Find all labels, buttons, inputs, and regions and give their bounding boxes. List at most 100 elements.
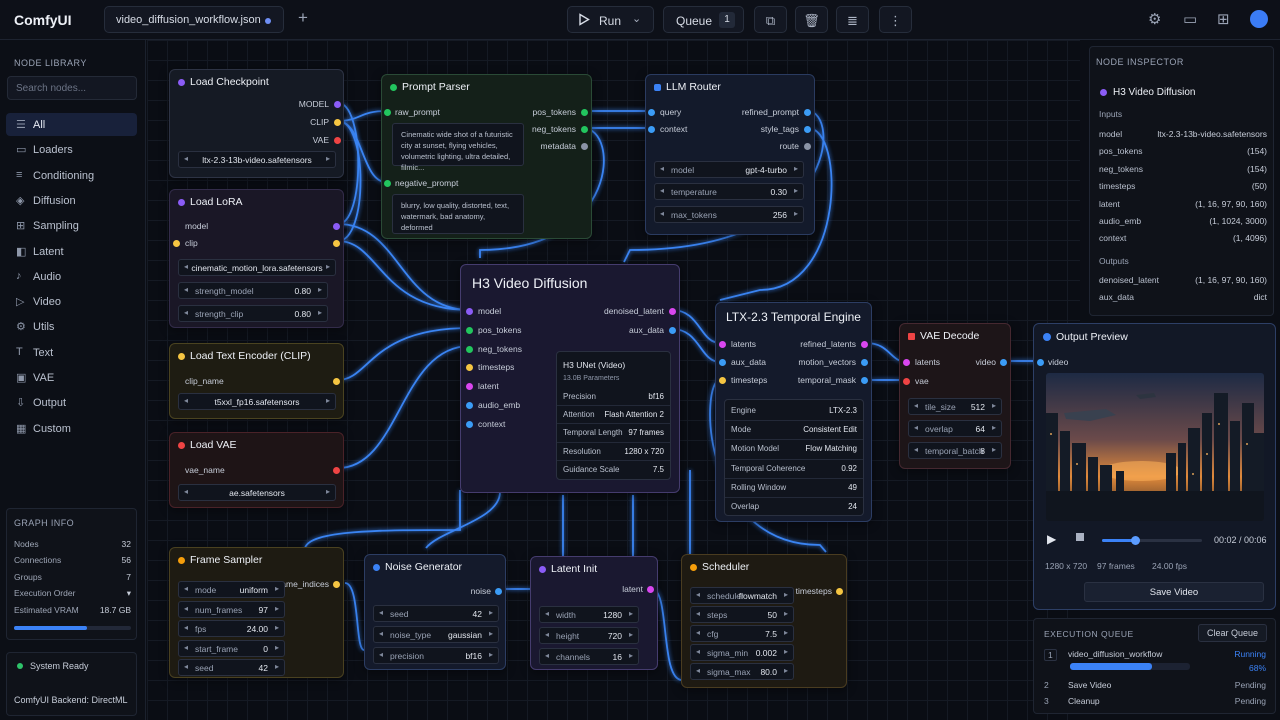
frame-sampler-node[interactable]: Frame Sampler frame_indices ◂ mode uniform…	[169, 547, 344, 678]
vae-output-pin[interactable]	[333, 467, 340, 474]
notes-button[interactable]: ≣	[836, 6, 869, 33]
route-output-pin[interactable]	[804, 143, 811, 150]
noise-generator-node[interactable]: Noise Generator noise ◂ seed 42 ▸ ◂ noise_typ…	[364, 554, 506, 670]
sidebar-item-latent[interactable]: ◧ Latent	[6, 240, 137, 263]
model-output-pin[interactable]	[334, 101, 341, 108]
clip-output-pin[interactable]	[333, 378, 340, 385]
h3-video-diffusion-node[interactable]: H3 Video Diffusion model pos_tokens neg_to…	[460, 264, 680, 493]
workflow-file-tab[interactable]: video_diffusion_workflow.json	[104, 6, 284, 33]
aux-data-output-pin[interactable]	[669, 327, 676, 334]
noise-type-field[interactable]: ◂ noise_type gaussian ▸	[373, 626, 499, 643]
neg-tokens-input-pin[interactable]	[466, 345, 473, 353]
temporal-mask-output-pin[interactable]	[861, 377, 868, 384]
scrubber-handle[interactable]	[1131, 536, 1140, 545]
output-preview-node[interactable]: Output Preview video ▶ 00:02 / 00:06 128…	[1033, 323, 1276, 610]
save-video-button[interactable]: Save Video	[1084, 582, 1264, 602]
model-output-pin[interactable]	[333, 223, 340, 230]
scheduler-field[interactable]: ◂ scheduler flowmatch ▸	[690, 587, 794, 604]
model-field[interactable]: ◂ model gpt-4-turbo ▸	[654, 161, 804, 178]
overlap-field[interactable]: ◂ overlap 64 ▸	[908, 420, 1002, 437]
checkpoint-select[interactable]: ◂ ltx-2.3-13b-video.safetensors ▸	[178, 151, 336, 168]
vae-input-pin[interactable]	[903, 378, 910, 385]
max-tokens-field[interactable]: ◂ max_tokens 256 ▸	[654, 206, 804, 223]
seed-field[interactable]: ◂ seed 42 ▸	[373, 605, 499, 622]
mode-field[interactable]: ◂ mode uniform ▸	[178, 581, 285, 598]
sidebar-item-audio[interactable]: ♪ Audio	[6, 265, 137, 288]
motion-vectors-output-pin[interactable]	[861, 359, 868, 366]
strength-model-field[interactable]: ◂ strength_model 0.80 ▸	[178, 282, 328, 299]
neg-tokens-output-pin[interactable]	[581, 126, 588, 133]
clip-name-select[interactable]: ◂ t5xxl_fp16.safetensors ▸	[178, 393, 336, 410]
tile-size-field[interactable]: ◂ tile_size 512 ▸	[908, 398, 1002, 415]
sidebar-item-diffusion[interactable]: ◈ Diffusion	[6, 189, 137, 212]
sidebar-item-loaders[interactable]: ▭ Loaders	[6, 138, 137, 161]
model-input-pin[interactable]	[466, 308, 473, 315]
sidebar-item-vae[interactable]: ▣ VAE	[6, 366, 137, 389]
load-lora-node[interactable]: Load LoRA model clip ◂ cinematic_motion_l…	[169, 189, 344, 328]
latents-input-pin[interactable]	[719, 341, 726, 348]
channels-field[interactable]: ◂ channels 16 ▸	[539, 648, 639, 665]
sidebar-item-text[interactable]: T Text	[6, 341, 137, 364]
frame-indices-output-pin[interactable]	[333, 581, 340, 588]
load-checkpoint-node[interactable]: Load Checkpoint MODEL CLIP VAE ◂ ltx-2.3-…	[169, 69, 344, 178]
negative-prompt-textarea[interactable]: blurry, low quality, distorted, text, wa…	[392, 194, 524, 234]
monitor-icon[interactable]: ▭	[1183, 10, 1197, 28]
denoised-latent-output-pin[interactable]	[669, 308, 676, 315]
llm-router-node[interactable]: LLM Router query context refined_prompt …	[645, 74, 815, 235]
delete-button[interactable]: 🗑	[795, 6, 828, 33]
vae-name-select[interactable]: ◂ ae.safetensors ▸	[178, 484, 336, 501]
metadata-output-pin[interactable]	[581, 143, 588, 150]
export-button[interactable]: ⧉	[754, 6, 787, 33]
steps-field[interactable]: ◂ steps 50 ▸	[690, 606, 794, 623]
latent-init-node[interactable]: Latent Init latent ◂ width 1280 ▸ ◂ height 720…	[530, 556, 658, 670]
temperature-field[interactable]: ◂ temperature 0.30 ▸	[654, 183, 804, 200]
video-output-pin[interactable]	[1000, 359, 1007, 366]
queue-button[interactable]: Queue 1	[663, 6, 744, 33]
fps-field[interactable]: ◂ fps 24.00 ▸	[178, 620, 285, 637]
clear-queue-button[interactable]: Clear Queue	[1198, 624, 1267, 642]
run-dropdown-chevron-icon[interactable]: ⌄	[632, 12, 641, 25]
refined-prompt-output-pin[interactable]	[804, 109, 811, 116]
vae-output-pin[interactable]	[334, 137, 341, 144]
sidebar-item-all[interactable]: ☰ All	[6, 113, 137, 136]
aux-data-input-pin[interactable]	[719, 359, 726, 366]
refined-latents-output-pin[interactable]	[861, 341, 868, 348]
run-button[interactable]: Run ⌄	[567, 6, 654, 33]
new-tab-icon[interactable]: +	[298, 8, 308, 28]
timesteps-output-pin[interactable]	[836, 588, 843, 595]
strength-clip-field[interactable]: ◂ strength_clip 0.80 ▸	[178, 305, 328, 322]
precision-field[interactable]: ◂ precision bf16 ▸	[373, 647, 499, 664]
sidebar-item-conditioning[interactable]: ≡ Conditioning	[6, 164, 137, 187]
context-input-pin[interactable]	[648, 126, 655, 133]
timesteps-input-pin[interactable]	[466, 364, 473, 372]
temporal-batch-field[interactable]: ◂ temporal_batch 8 ▸	[908, 442, 1002, 459]
settings-gear-icon[interactable]: ⚙	[1148, 10, 1161, 28]
height-field[interactable]: ◂ height 720 ▸	[539, 627, 639, 644]
load-vae-node[interactable]: Load VAE vae_name ◂ ae.safetensors ▸	[169, 432, 344, 508]
scheduler-node[interactable]: Scheduler timesteps ◂ scheduler flowmatch ▸…	[681, 554, 847, 688]
pos-tokens-input-pin[interactable]	[466, 326, 473, 334]
latent-output-pin[interactable]	[647, 586, 654, 593]
width-field[interactable]: ◂ width 1280 ▸	[539, 606, 639, 623]
noise-output-pin[interactable]	[495, 588, 502, 595]
latents-input-pin[interactable]	[903, 359, 910, 366]
raw-prompt-textarea[interactable]: Cinematic wide shot of a futuristic city…	[392, 123, 524, 172]
pos-tokens-output-pin[interactable]	[581, 109, 588, 116]
num-frames-field[interactable]: ◂ num_frames 97 ▸	[178, 600, 285, 618]
sidebar-item-output[interactable]: ⇩ Output	[6, 391, 137, 414]
vae-decode-node[interactable]: VAE Decode latents vae video ◂ tile_size 5…	[899, 323, 1011, 469]
query-input-pin[interactable]	[648, 109, 655, 116]
sidebar-item-video[interactable]: ▷ Video	[6, 290, 137, 313]
style-tags-output-pin[interactable]	[804, 126, 811, 133]
video-scrubber[interactable]	[1102, 536, 1202, 545]
ltx-temporal-engine-node[interactable]: LTX-2.3 Temporal Engine latents aux_data…	[715, 302, 872, 522]
clip-output-pin[interactable]	[333, 240, 340, 247]
raw-prompt-input-pin[interactable]	[384, 109, 391, 116]
start-frame-field[interactable]: ◂ start_frame 0 ▸	[178, 639, 285, 657]
sidebar-item-sampling[interactable]: ⊞ Sampling	[6, 214, 137, 237]
search-nodes-input[interactable]	[7, 76, 137, 100]
sidebar-item-utils[interactable]: ⚙ Utils	[6, 315, 137, 338]
more-button[interactable]: ⋮	[879, 6, 912, 33]
audio-emb-input-pin[interactable]	[466, 402, 473, 409]
video-preview-frame[interactable]	[1046, 373, 1264, 521]
